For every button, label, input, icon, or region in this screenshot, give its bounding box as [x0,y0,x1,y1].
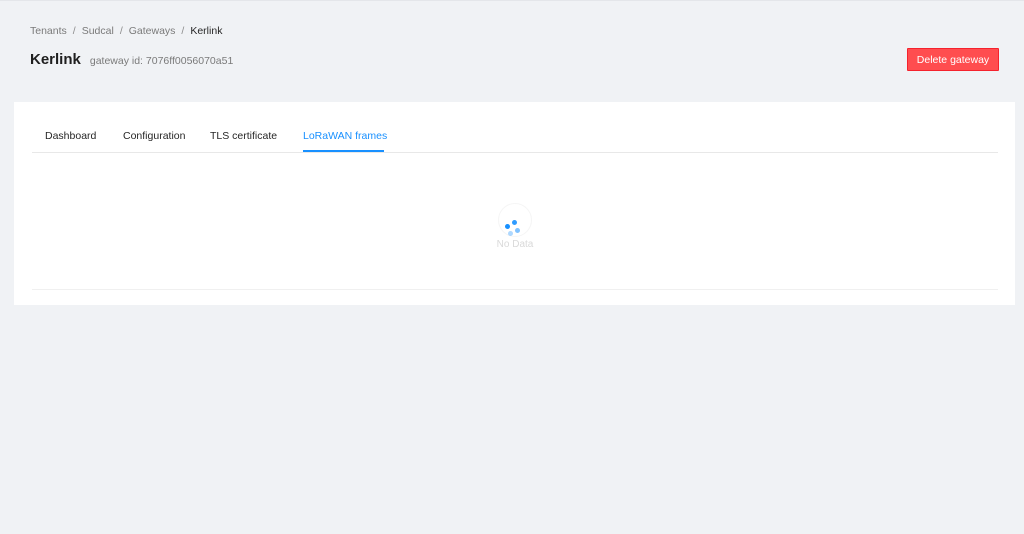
tab-tls-certificate[interactable]: TLS certificate [210,130,277,142]
page-header: Tenants / Sudcal / Gateways / Kerlink Ke… [0,0,1024,101]
breadcrumb-tenant[interactable]: Sudcal [82,25,114,37]
breadcrumb-separator: / [119,25,123,37]
tab-dashboard[interactable]: Dashboard [45,130,96,142]
loading-spinner-icon [505,219,525,239]
breadcrumb-tenants[interactable]: Tenants [30,25,67,37]
tabs-card: Dashboard Configuration TLS certificate … [14,102,1015,305]
gateway-id: gateway id: 7076ff0056070a51 [89,55,234,67]
breadcrumb-separator: / [72,25,76,37]
tab-configuration[interactable]: Configuration [123,130,185,142]
tab-content: No Data [32,153,998,290]
breadcrumb-separator: / [181,25,185,37]
empty-state-text: No Data [496,239,534,250]
tab-bar: Dashboard Configuration TLS certificate … [32,102,998,153]
tab-lorawan-frames[interactable]: LoRaWAN frames [303,130,387,142]
breadcrumb-current: Kerlink [190,25,223,37]
title-row: Kerlink gateway id: 7076ff0056070a51 [30,51,233,68]
delete-gateway-button[interactable]: Delete gateway [907,48,999,71]
page-title: Kerlink [30,51,81,68]
breadcrumb: Tenants / Sudcal / Gateways / Kerlink [30,25,222,37]
breadcrumb-gateways[interactable]: Gateways [129,25,176,37]
active-tab-indicator [303,150,384,152]
